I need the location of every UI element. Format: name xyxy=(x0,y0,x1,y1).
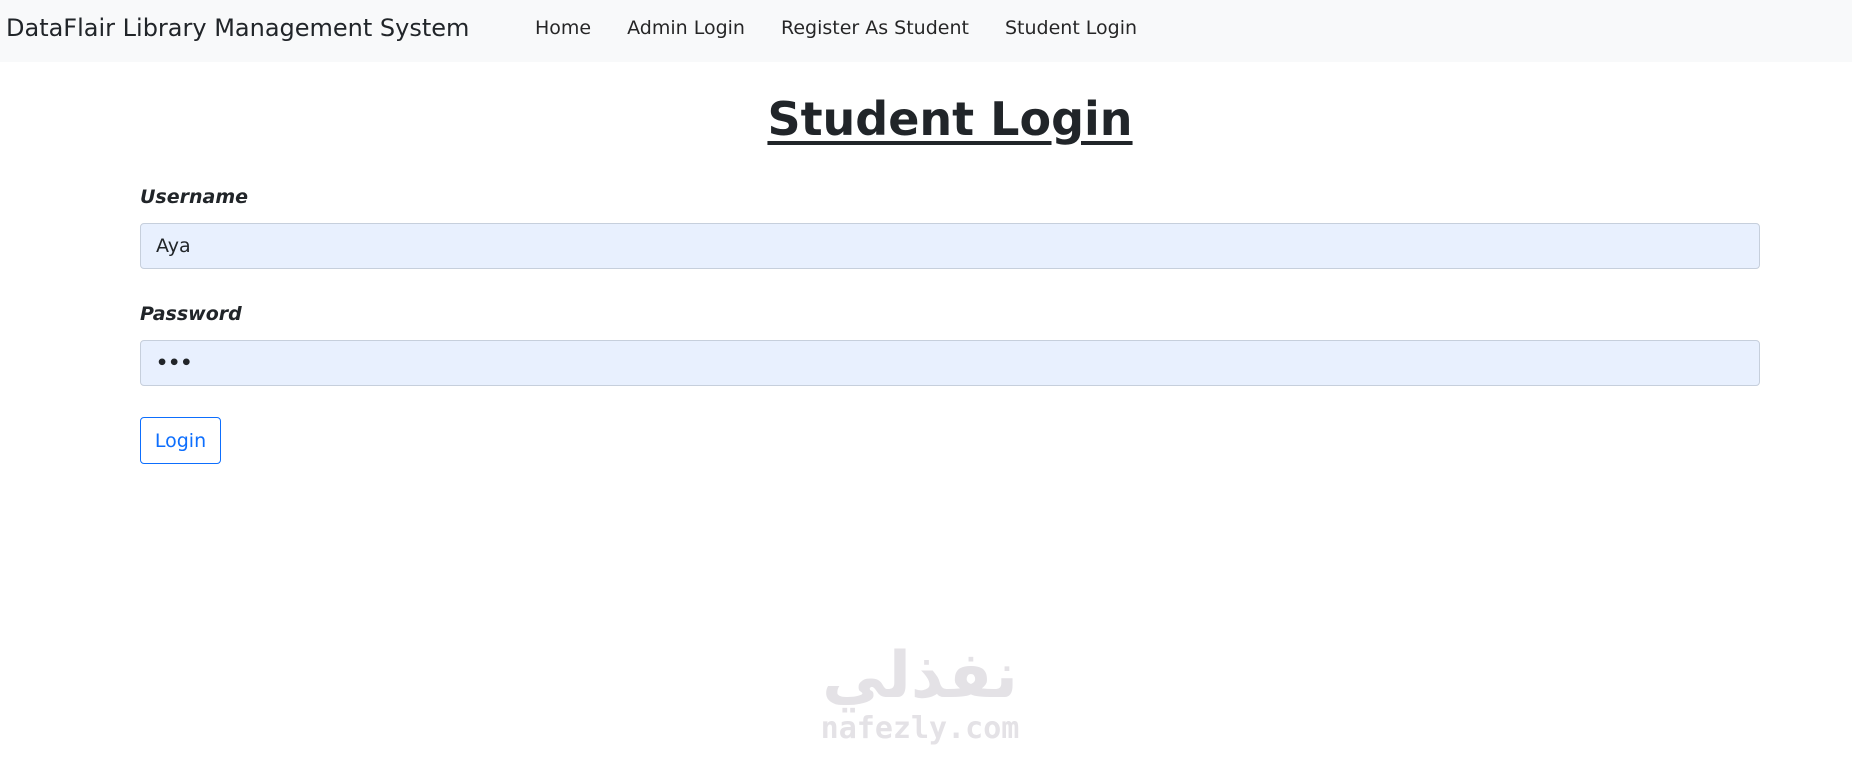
nav-link-student-login[interactable]: Student Login xyxy=(987,17,1155,39)
nav-link-register-as-student[interactable]: Register As Student xyxy=(763,17,987,39)
password-label: Password xyxy=(140,303,242,325)
username-input[interactable] xyxy=(140,223,1760,269)
watermark-latin: nafezly.com xyxy=(820,711,1020,746)
password-input[interactable]: ••• xyxy=(140,340,1760,386)
login-button[interactable]: Login xyxy=(140,417,221,464)
watermark-logo: نفذلي nafezly.com xyxy=(800,640,1040,762)
page-title: Student Login xyxy=(767,92,1133,146)
navbar-brand[interactable]: DataFlair Library Management System xyxy=(6,14,469,42)
watermark-arabic: نفذلي xyxy=(822,639,1018,713)
nav-links: Home Admin Login Register As Student Stu… xyxy=(517,17,1155,39)
nav-link-home[interactable]: Home xyxy=(517,17,609,39)
nav-link-admin-login[interactable]: Admin Login xyxy=(609,17,763,39)
navbar: DataFlair Library Management System Home… xyxy=(0,0,1852,62)
username-label: Username xyxy=(140,186,249,208)
